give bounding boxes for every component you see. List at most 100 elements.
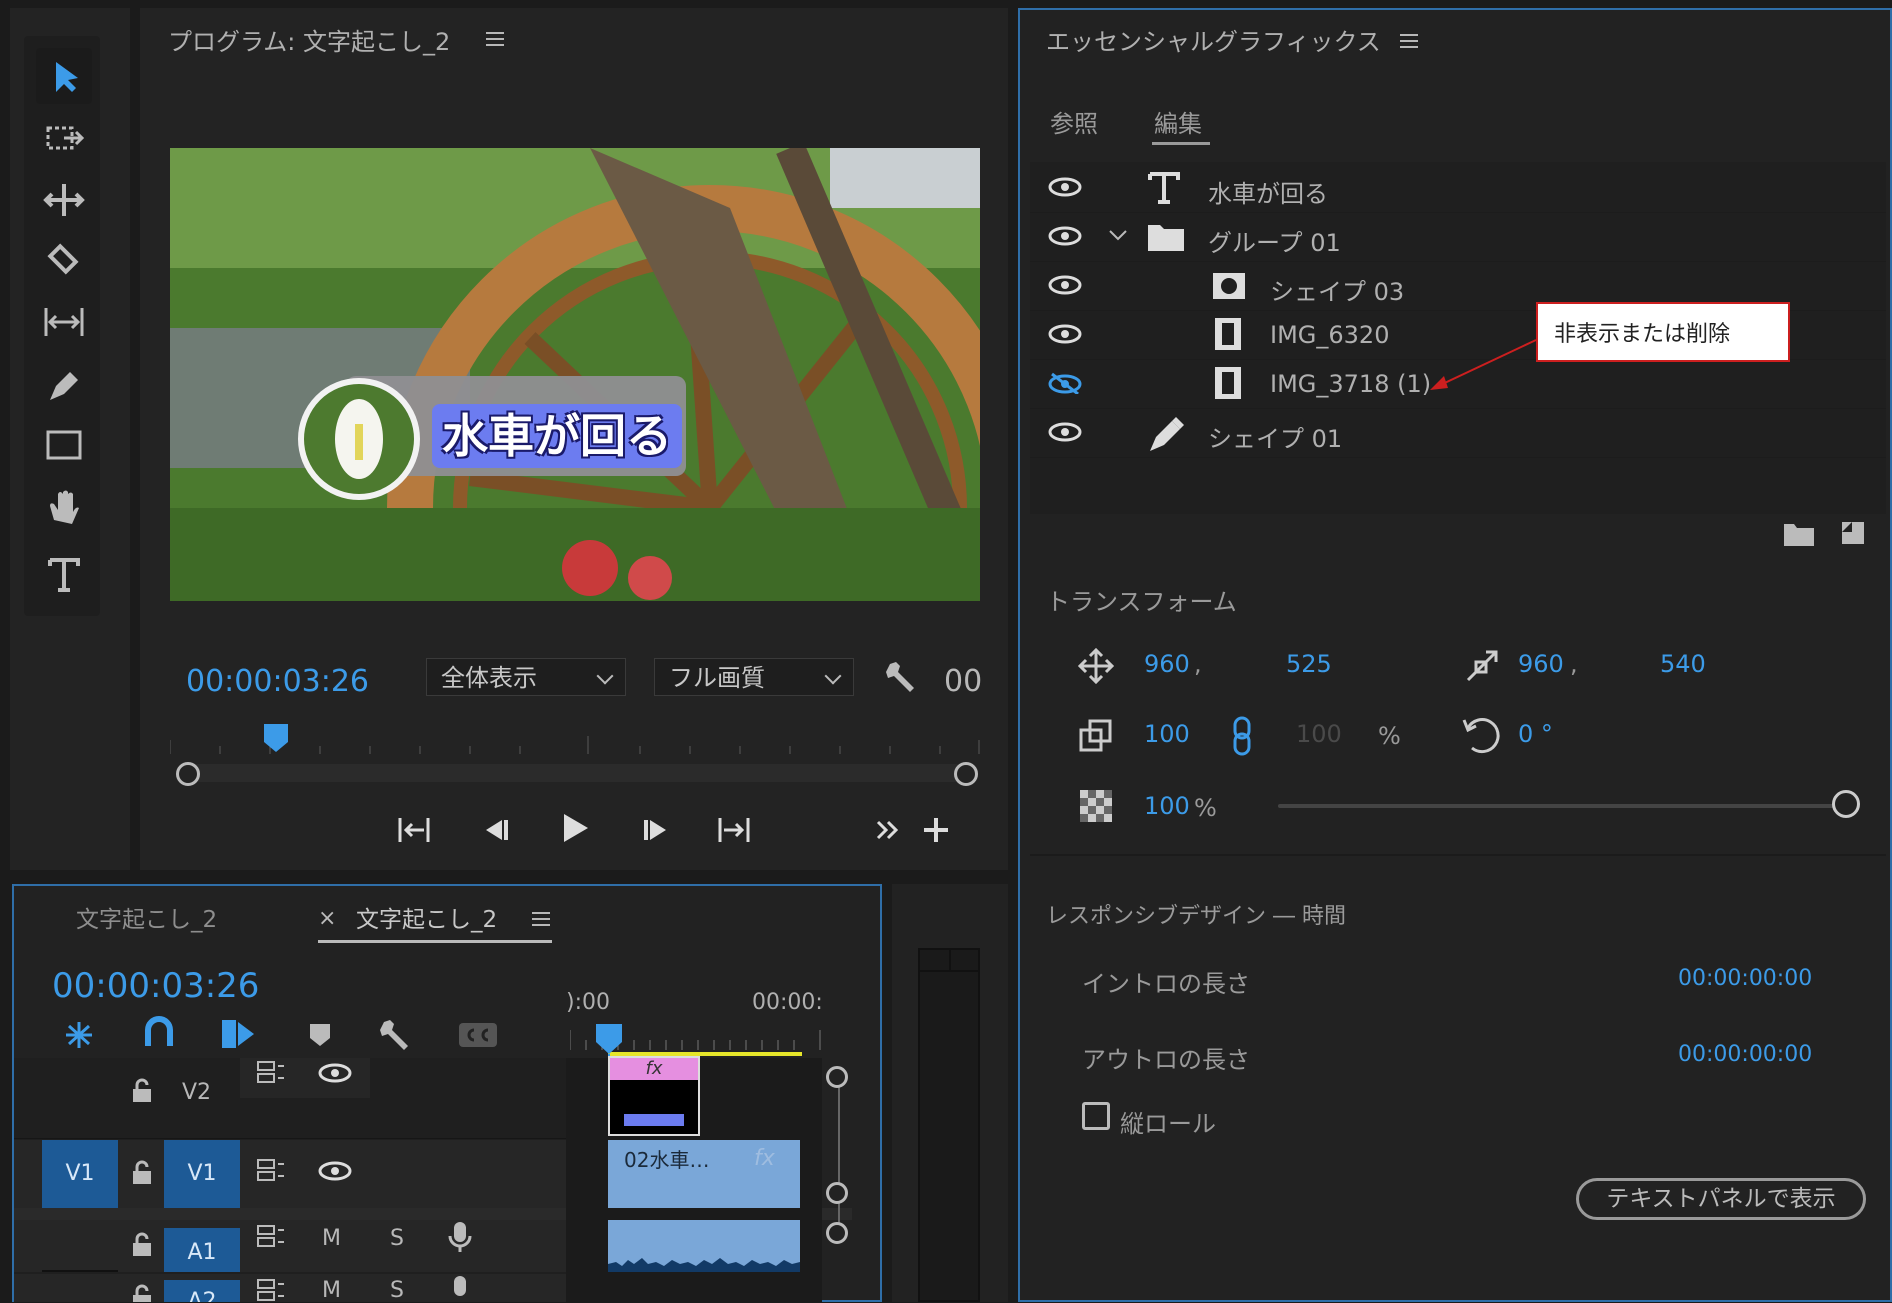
essential-graphics-title[interactable]: エッセンシャルグラフィックス — [1046, 22, 1381, 57]
video-clip-v1[interactable]: 02水車… fx — [608, 1140, 800, 1208]
graphic-clip-v2[interactable]: fx — [608, 1056, 700, 1136]
eye-icon[interactable] — [1048, 421, 1082, 443]
anchor-x[interactable]: 960 — [1518, 650, 1564, 678]
rotation-value[interactable]: 0 ° — [1518, 720, 1553, 748]
essential-graphics-menu-icon[interactable] — [1400, 34, 1418, 48]
razor-tool[interactable] — [36, 234, 92, 290]
go-to-out-button[interactable] — [714, 812, 754, 848]
position-x[interactable]: 960 — [1144, 650, 1190, 678]
pen-icon — [50, 372, 78, 400]
layer-row[interactable]: シェイプ 01 — [1030, 409, 1886, 458]
sync-lock-icon[interactable] — [256, 1060, 286, 1084]
mute-button-a2[interactable]: M — [322, 1278, 341, 1303]
new-group-button[interactable] — [1782, 520, 1816, 548]
track-target-a1[interactable]: A1 — [164, 1228, 240, 1272]
timeline-playhead[interactable] — [596, 1024, 622, 1054]
monitor-playhead[interactable] — [264, 724, 288, 752]
chevron-down-icon[interactable] — [1108, 229, 1128, 243]
eye-icon[interactable] — [318, 1062, 352, 1084]
play-button[interactable] — [554, 808, 594, 848]
anchor-y[interactable]: 540 — [1660, 650, 1706, 678]
program-menu-icon[interactable] — [486, 32, 504, 46]
track-scroll-line — [838, 1078, 840, 1228]
eye-icon[interactable] — [1048, 176, 1082, 198]
mute-button-a1[interactable]: M — [322, 1226, 341, 1251]
go-to-in-button[interactable] — [394, 812, 434, 848]
track-target-a2[interactable]: A2 — [164, 1280, 240, 1302]
sync-lock-icon[interactable] — [256, 1158, 286, 1182]
layer-row[interactable]: グループ 01 — [1030, 213, 1886, 262]
solo-button-a1[interactable]: S — [390, 1226, 404, 1251]
audio-meter — [918, 948, 980, 1302]
eye-icon[interactable] — [1048, 323, 1082, 345]
rectangle-tool[interactable] — [36, 418, 92, 474]
tab-edit[interactable]: 編集 — [1154, 104, 1202, 139]
settings-wrench-button[interactable] — [882, 656, 922, 696]
position-y[interactable]: 525 — [1286, 650, 1332, 678]
linked-selection-icon[interactable] — [220, 1016, 256, 1052]
microphone-icon[interactable] — [448, 1274, 472, 1302]
lock-icon[interactable] — [130, 1232, 154, 1258]
more-controls-button[interactable] — [870, 812, 906, 848]
sync-lock-icon[interactable] — [256, 1278, 286, 1302]
zoom-select[interactable]: 全体表示 — [426, 658, 626, 696]
selection-tool[interactable] — [36, 48, 92, 104]
monitor-scrollbar[interactable] — [184, 764, 964, 782]
lock-icon[interactable] — [130, 1284, 154, 1302]
track-target-v1[interactable]: V1 — [164, 1140, 240, 1208]
hand-tool[interactable] — [36, 480, 92, 536]
opacity-value[interactable]: 100 — [1144, 792, 1190, 820]
source-patch-v1[interactable]: V1 — [42, 1140, 118, 1208]
step-forward-button[interactable] — [636, 812, 676, 848]
text-panel-button[interactable]: テキストパネルで表示 — [1576, 1178, 1866, 1220]
timeline-timecode[interactable]: 00:00:03:26 — [52, 966, 259, 1006]
quality-select[interactable]: フル画質 — [654, 658, 854, 696]
add-button[interactable] — [918, 812, 954, 848]
eye-icon[interactable] — [1048, 274, 1082, 296]
scroll-handle-right[interactable] — [954, 762, 978, 786]
program-timecode[interactable]: 00:00:03:26 — [186, 664, 369, 699]
microphone-icon[interactable] — [448, 1220, 472, 1254]
scroll-handle-left[interactable] — [176, 762, 200, 786]
snap-icon[interactable] — [144, 1016, 174, 1050]
scale-value[interactable]: 100 — [1144, 720, 1190, 748]
layer-row[interactable]: 水車が回る — [1030, 164, 1886, 213]
intro-value[interactable]: 00:00:00:00 — [1678, 966, 1812, 991]
link-icon[interactable] — [1232, 716, 1252, 756]
marker-icon[interactable] — [308, 1022, 332, 1048]
sync-lock-icon[interactable] — [256, 1224, 286, 1248]
captions-icon[interactable] — [458, 1022, 498, 1048]
new-layer-button[interactable] — [1838, 518, 1868, 548]
eye-hidden-icon[interactable] — [1048, 372, 1082, 394]
step-back-button[interactable] — [476, 812, 516, 848]
opacity-slider-track[interactable] — [1278, 804, 1834, 808]
pen-tool[interactable] — [36, 356, 92, 412]
timeline-menu-icon[interactable] — [532, 912, 550, 926]
close-icon[interactable]: × — [318, 906, 336, 931]
ripple-edit-tool[interactable] — [36, 172, 92, 228]
monitor-ruler[interactable] — [169, 730, 980, 754]
eye-icon[interactable] — [1048, 225, 1082, 247]
solo-button-a2[interactable]: S — [390, 1278, 404, 1303]
lock-icon[interactable] — [130, 1078, 154, 1104]
track-scroll-handle-mid[interactable] — [826, 1182, 848, 1204]
program-monitor-title[interactable]: プログラム: 文字起こし_2 — [168, 22, 450, 57]
intro-label: イントロの長さ — [1082, 970, 1250, 998]
roll-checkbox[interactable] — [1082, 1102, 1110, 1130]
track-scroll-handle-top[interactable] — [826, 1066, 848, 1088]
outro-value[interactable]: 00:00:00:00 — [1678, 1042, 1812, 1067]
lock-icon[interactable] — [130, 1160, 154, 1186]
timeline-tab-1[interactable]: 文字起こし_2 — [76, 900, 217, 934]
slip-tool[interactable] — [36, 294, 92, 350]
track-scroll-handle-bottom[interactable] — [826, 1222, 848, 1244]
timeline-tab-2[interactable]: 文字起こし_2 — [356, 900, 497, 934]
tab-browse[interactable]: 参照 — [1050, 104, 1098, 139]
eye-icon[interactable] — [318, 1160, 352, 1182]
opacity-slider-thumb[interactable] — [1832, 790, 1860, 818]
type-tool[interactable] — [36, 546, 92, 602]
nest-icon[interactable] — [60, 1018, 98, 1052]
track-select-tool[interactable] — [36, 112, 92, 168]
wrench-icon[interactable] — [378, 1016, 414, 1052]
audio-clip-a1[interactable] — [608, 1220, 800, 1272]
double-chevron-icon — [876, 820, 899, 840]
